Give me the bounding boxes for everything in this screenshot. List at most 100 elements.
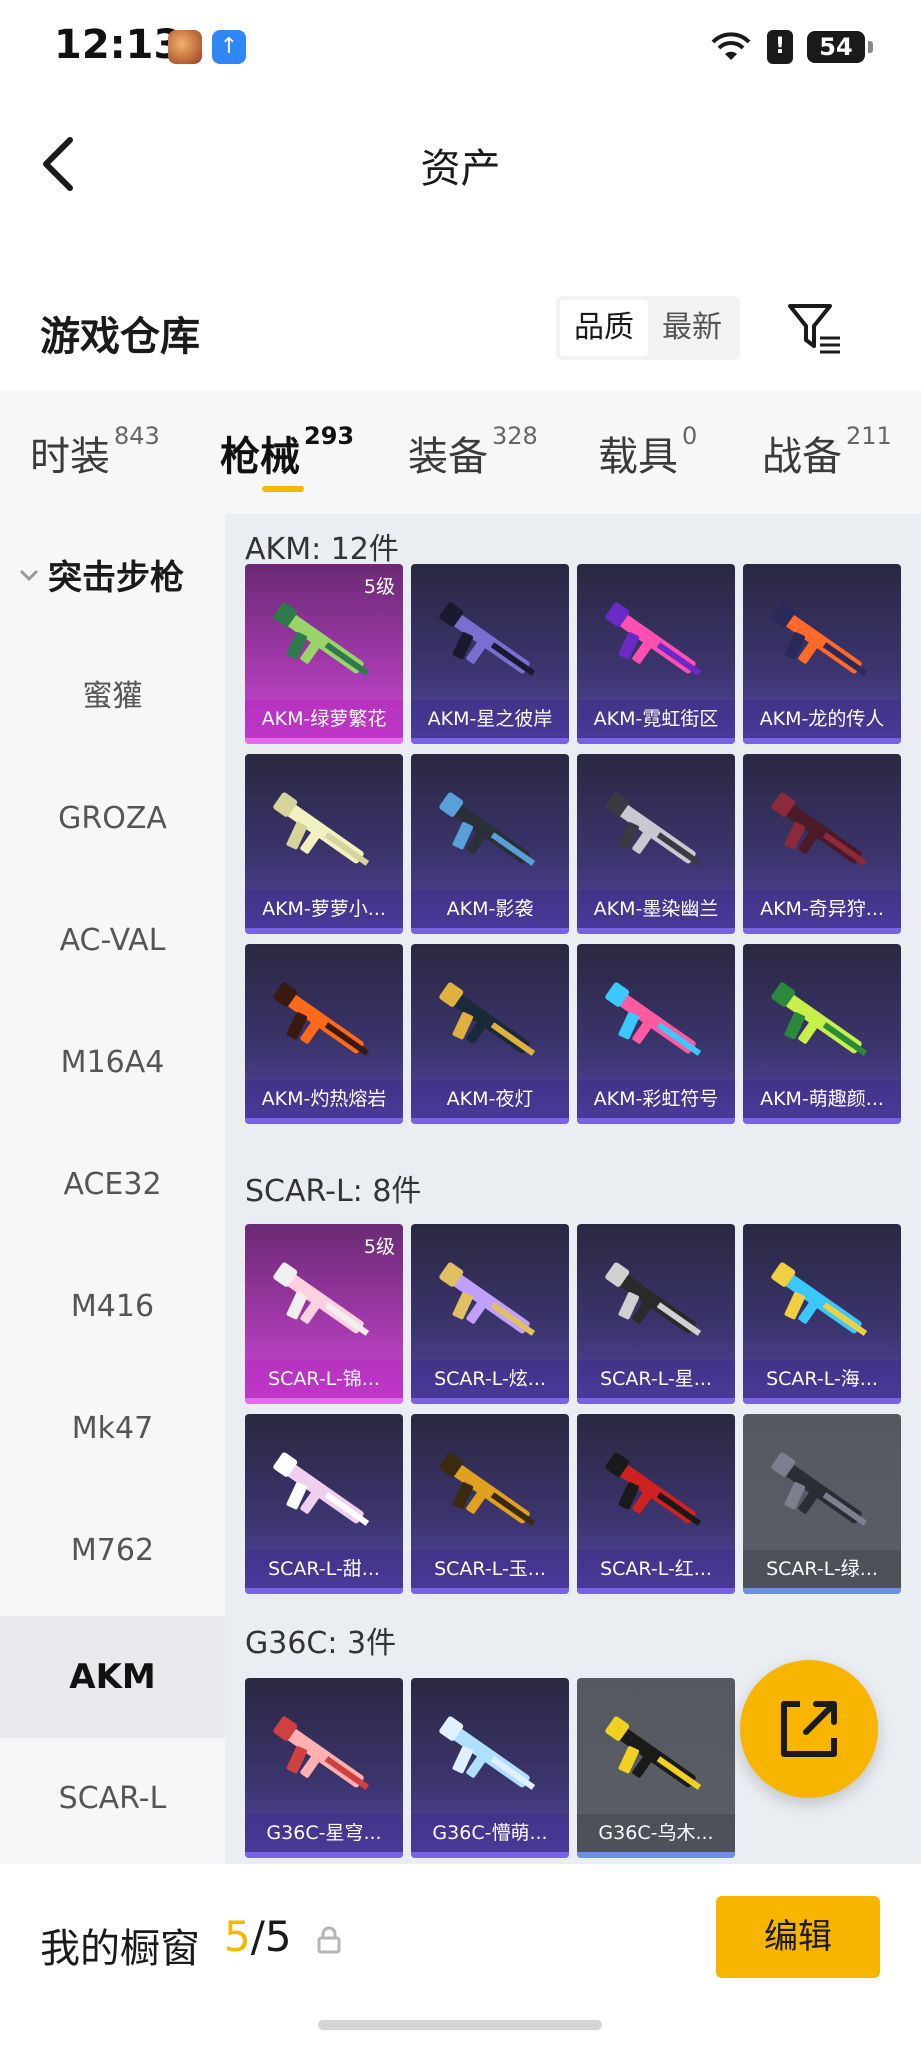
sidebar-item-m762[interactable]: M762 bbox=[0, 1490, 225, 1612]
tab-firearms[interactable]: 枪械 293 bbox=[220, 422, 355, 482]
battery-icon: 54 bbox=[807, 31, 873, 63]
weapon-icon bbox=[273, 1716, 370, 1790]
tab-label: 战备 bbox=[762, 434, 842, 480]
upload-app-icon: ↑ bbox=[212, 30, 246, 64]
sidebar-item-m16a4[interactable]: M16A4 bbox=[0, 1002, 225, 1124]
skin-card[interactable]: AKM-墨染幽兰 bbox=[577, 754, 735, 934]
tab-fashion[interactable]: 时装 843 bbox=[30, 422, 160, 482]
tab-combat-gear[interactable]: 战备 211 bbox=[762, 422, 892, 482]
skin-name: SCAR-L-玉... bbox=[411, 1550, 569, 1588]
rarity-bar bbox=[245, 1118, 403, 1124]
weapon-icon bbox=[605, 1262, 702, 1336]
skin-card[interactable]: SCAR-L-星... bbox=[577, 1224, 735, 1404]
rarity-bar bbox=[577, 1588, 735, 1594]
skin-card[interactable]: SCAR-L-炫... bbox=[411, 1224, 569, 1404]
skin-card[interactable]: SCAR-L-绿... bbox=[743, 1414, 901, 1594]
sort-quality-button[interactable]: 品质 bbox=[560, 300, 648, 356]
skin-card[interactable]: AKM-萝萝小... bbox=[245, 754, 403, 934]
skin-card[interactable]: AKM-萌趣颜... bbox=[743, 944, 901, 1124]
skin-name: G36C-乌木... bbox=[577, 1814, 735, 1852]
weapon-icon bbox=[439, 792, 536, 866]
sort-toggle: 品质 最新 bbox=[556, 296, 740, 360]
rarity-bar bbox=[743, 1118, 901, 1124]
tab-label: 载具 bbox=[598, 434, 678, 480]
weapon-icon bbox=[771, 1452, 868, 1526]
rarity-bar bbox=[411, 1852, 569, 1858]
rarity-bar bbox=[411, 928, 569, 934]
sidebar-item-mk47[interactable]: Mk47 bbox=[0, 1368, 225, 1490]
weapon-icon bbox=[273, 982, 370, 1056]
skin-card[interactable]: SCAR-L-甜... bbox=[245, 1414, 403, 1594]
tab-count: 293 bbox=[304, 422, 355, 450]
sidebar-item-honey-badger[interactable]: 蜜獾 bbox=[0, 636, 225, 758]
sidebar-item-ac-val[interactable]: AC-VAL bbox=[0, 880, 225, 1002]
skin-name: AKM-萝萝小... bbox=[245, 890, 403, 928]
skin-name: AKM-霓虹街区 bbox=[577, 700, 735, 738]
weapon-icon bbox=[771, 1262, 868, 1336]
rarity-bar bbox=[411, 1588, 569, 1594]
rarity-bar bbox=[743, 1588, 901, 1594]
sidebar-item-ace32[interactable]: ACE32 bbox=[0, 1124, 225, 1246]
sidebar-item-m416[interactable]: M416 bbox=[0, 1246, 225, 1368]
skin-name: AKM-奇异狩... bbox=[743, 890, 901, 928]
rarity-bar bbox=[577, 738, 735, 744]
rarity-bar bbox=[743, 738, 901, 744]
skin-card[interactable]: SCAR-L-玉... bbox=[411, 1414, 569, 1594]
rarity-bar bbox=[245, 1398, 403, 1404]
skin-card[interactable]: 5级 SCAR-L-锦... bbox=[245, 1224, 403, 1404]
weapon-icon bbox=[771, 602, 868, 676]
weapon-icon bbox=[439, 982, 536, 1056]
weapon-icon bbox=[605, 792, 702, 866]
status-bar: 12:13 ↑ ! 54 bbox=[0, 0, 921, 100]
status-time: 12:13 bbox=[54, 22, 182, 68]
weapon-icon bbox=[605, 1452, 702, 1526]
tab-count: 0 bbox=[682, 422, 698, 450]
skin-card[interactable]: AKM-灼热熔岩 bbox=[245, 944, 403, 1124]
skin-name: SCAR-L-锦... bbox=[245, 1360, 403, 1398]
weapon-icon bbox=[439, 1262, 536, 1336]
skin-card[interactable]: 5级 AKM-绿萝繁花 bbox=[245, 564, 403, 744]
skin-name: AKM-龙的传人 bbox=[743, 700, 901, 738]
sidebar-item-akm[interactable]: AKM bbox=[0, 1616, 225, 1738]
sidebar-group-assault-rifles[interactable]: 突击步枪 bbox=[18, 550, 184, 599]
skin-card[interactable]: SCAR-L-红... bbox=[577, 1414, 735, 1594]
weapon-icon bbox=[771, 982, 868, 1056]
weapon-icon bbox=[605, 1716, 702, 1790]
rarity-bar bbox=[245, 1852, 403, 1858]
tab-equipment[interactable]: 装备 328 bbox=[408, 422, 538, 482]
share-button[interactable] bbox=[740, 1660, 878, 1798]
sidebar-item-groza[interactable]: GROZA bbox=[0, 758, 225, 880]
skin-card[interactable]: AKM-龙的传人 bbox=[743, 564, 901, 744]
skin-name: SCAR-L-星... bbox=[577, 1360, 735, 1398]
edit-showcase-button[interactable]: 编辑 bbox=[716, 1896, 880, 1978]
rarity-bar bbox=[577, 928, 735, 934]
active-tab-indicator bbox=[262, 486, 304, 492]
skin-level-badge: 5级 bbox=[363, 576, 395, 598]
filter-icon[interactable] bbox=[786, 300, 842, 356]
tab-vehicles[interactable]: 载具 0 bbox=[598, 422, 698, 482]
tab-count: 843 bbox=[114, 422, 160, 450]
skin-name: SCAR-L-绿... bbox=[743, 1550, 901, 1588]
skin-name: SCAR-L-甜... bbox=[245, 1550, 403, 1588]
skin-name: AKM-墨染幽兰 bbox=[577, 890, 735, 928]
skin-card[interactable]: AKM-影袭 bbox=[411, 754, 569, 934]
weapon-icon bbox=[605, 982, 702, 1056]
tab-label: 时装 bbox=[30, 434, 110, 480]
skin-level-badge: 5级 bbox=[363, 1236, 395, 1258]
sort-newest-button[interactable]: 最新 bbox=[648, 300, 736, 356]
skin-card[interactable]: AKM-星之彼岸 bbox=[411, 564, 569, 744]
weapon-icon bbox=[273, 792, 370, 866]
skin-card[interactable]: SCAR-L-海... bbox=[743, 1224, 901, 1404]
skin-card[interactable]: G36C-星穹... bbox=[245, 1678, 403, 1858]
skin-card[interactable]: G36C-懵萌... bbox=[411, 1678, 569, 1858]
skin-card[interactable]: AKM-奇异狩... bbox=[743, 754, 901, 934]
alert-icon: ! bbox=[767, 30, 793, 64]
skin-card[interactable]: G36C-乌木... bbox=[577, 1678, 735, 1858]
weapon-icon bbox=[273, 1452, 370, 1526]
skin-card[interactable]: AKM-夜灯 bbox=[411, 944, 569, 1124]
rarity-bar bbox=[411, 738, 569, 744]
sidebar-item-scar-l[interactable]: SCAR-L bbox=[0, 1738, 225, 1860]
skin-card[interactable]: AKM-霓虹街区 bbox=[577, 564, 735, 744]
skin-card[interactable]: AKM-彩虹符号 bbox=[577, 944, 735, 1124]
rarity-bar bbox=[245, 738, 403, 744]
